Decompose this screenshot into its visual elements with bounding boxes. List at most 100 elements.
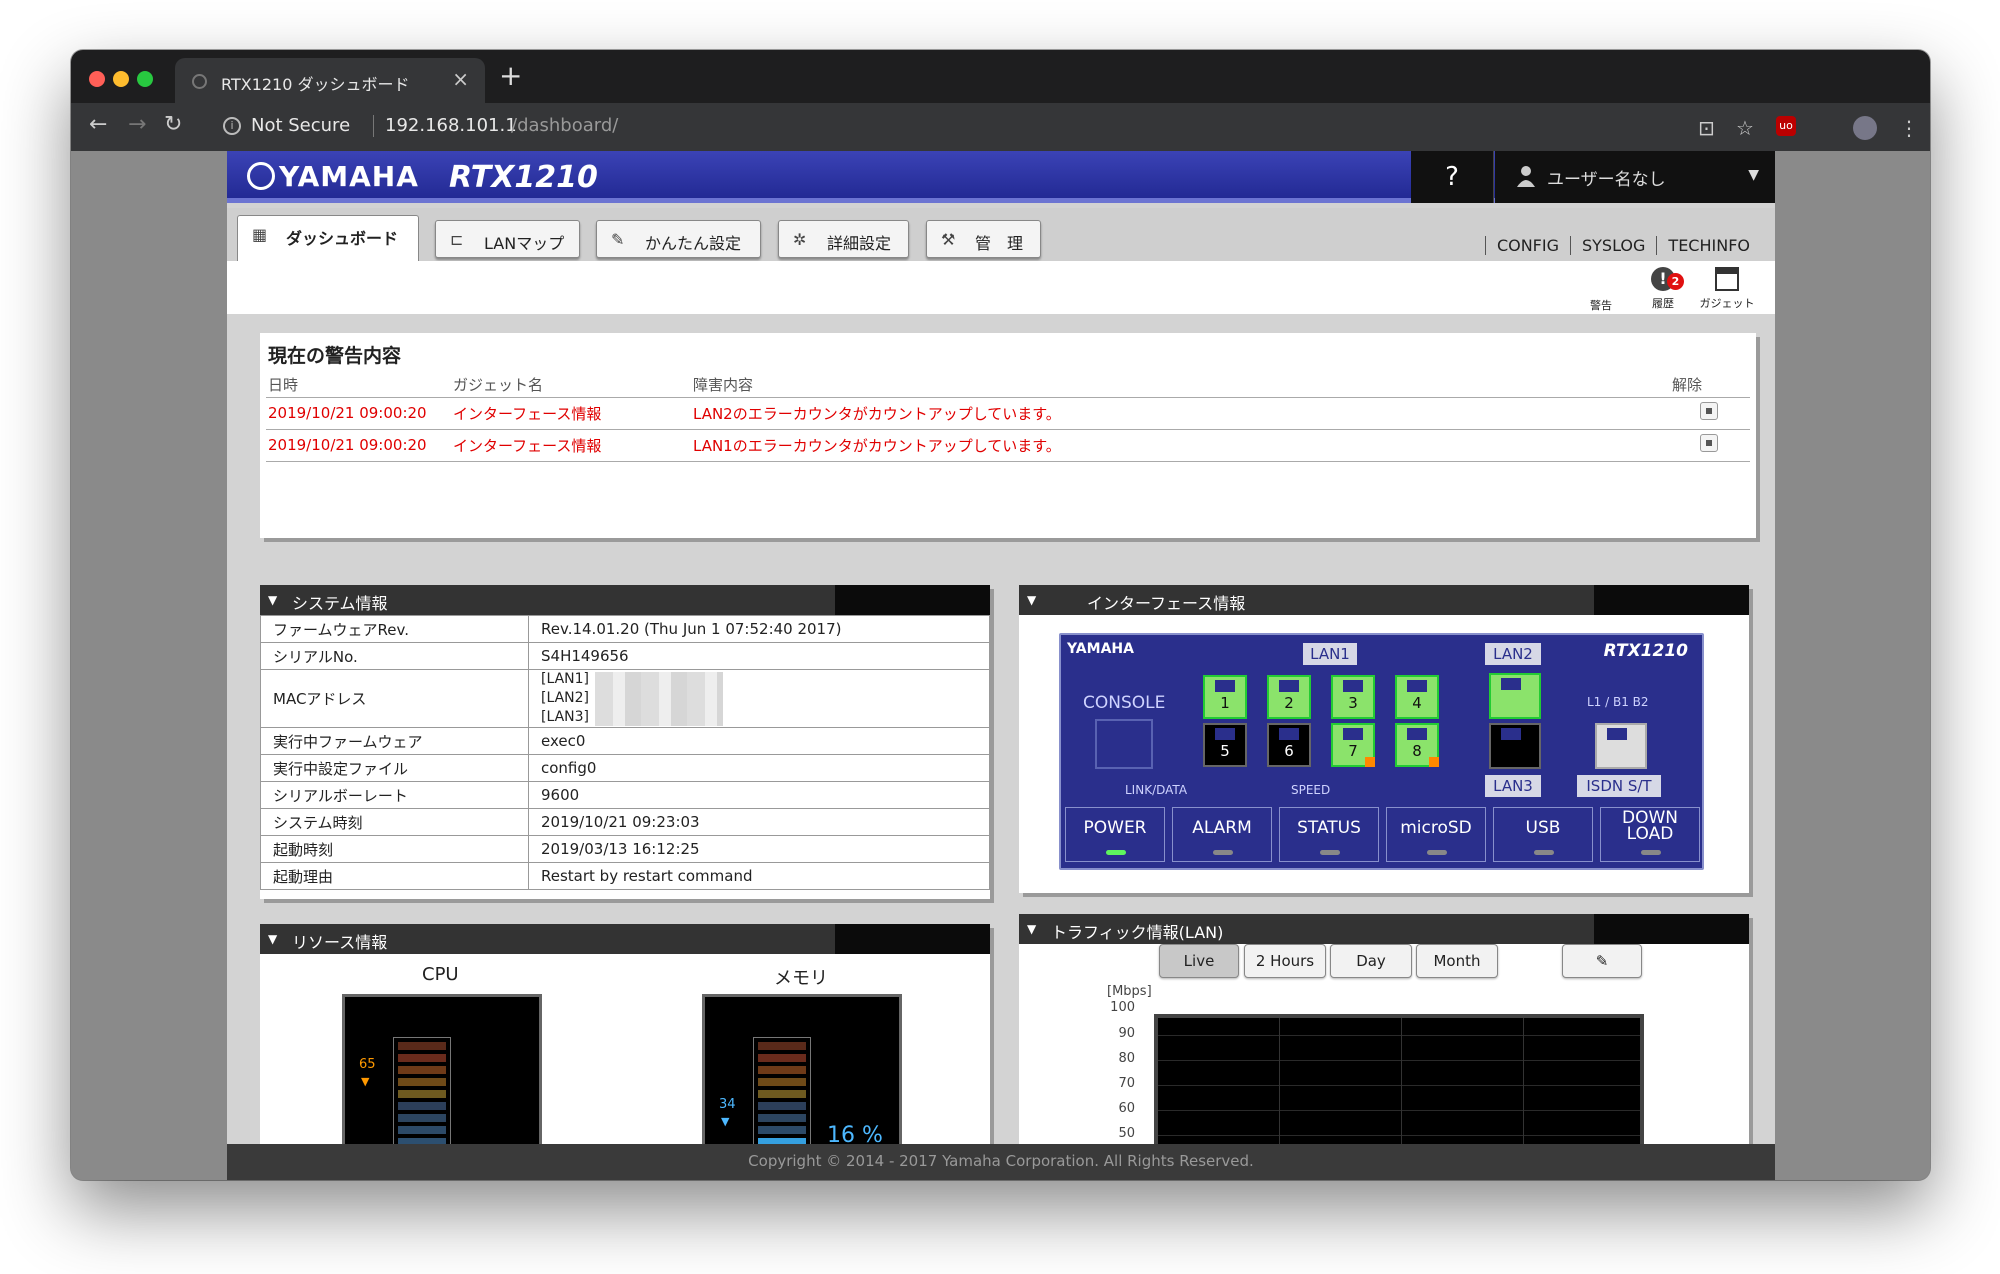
- device-model: RTX1210: [1603, 641, 1688, 661]
- table-row: 起動時刻 2019/03/13 16:12:25: [260, 835, 990, 863]
- panel-header[interactable]: ▼ システム情報: [260, 585, 990, 615]
- browser-toolbar: ← → ↻ i Not Secure 192.168.101.1 /dashbo…: [71, 103, 1930, 151]
- lan1-port-4[interactable]: 4: [1395, 675, 1439, 719]
- address-bar[interactable]: i Not Secure 192.168.101.1 /dashboard/: [211, 103, 1311, 151]
- star-icon[interactable]: ☆: [1736, 116, 1754, 140]
- avatar[interactable]: [1853, 116, 1877, 140]
- user-name: ユーザー名なし: [1547, 170, 1666, 190]
- forward-arrow-icon[interactable]: →: [128, 112, 146, 137]
- collapse-triangle-icon[interactable]: ▼: [268, 593, 277, 607]
- memory-label: メモリ: [774, 968, 828, 989]
- panel-title: インターフェース情報: [1087, 594, 1246, 613]
- lan1-port-7[interactable]: 7: [1331, 723, 1375, 767]
- dismiss-checkbox[interactable]: [1700, 434, 1718, 452]
- ublock-icon[interactable]: uo: [1776, 116, 1796, 136]
- memory-threshold: 34: [719, 1097, 736, 1112]
- translate-icon[interactable]: ⊡: [1698, 116, 1715, 140]
- techinfo-link[interactable]: TECHINFO: [1656, 236, 1761, 255]
- lan1-port-8[interactable]: 8: [1395, 723, 1439, 767]
- panel-header[interactable]: ▼ リソース情報: [260, 924, 990, 954]
- syslog-link[interactable]: SYSLOG: [1570, 236, 1657, 255]
- zoom-window-button[interactable]: [137, 71, 153, 87]
- row-value: config0: [528, 754, 990, 782]
- isdn-channels: L1 / B1 B2: [1587, 695, 1649, 709]
- user-menu[interactable]: ユーザー名なし ▼: [1495, 151, 1775, 203]
- tab-easy-setup[interactable]: ✎ かんたん設定: [596, 220, 761, 258]
- panel-header[interactable]: ▼ インターフェース情報: [1019, 585, 1749, 615]
- yamaha-logo: YAMAHA: [247, 160, 419, 193]
- close-window-button[interactable]: [89, 71, 105, 87]
- header-shade: [835, 585, 990, 615]
- history-button[interactable]: ! 2 履歴: [1633, 267, 1693, 311]
- menu-icon[interactable]: ⋮: [1899, 116, 1919, 140]
- port-number: 6: [1284, 742, 1294, 760]
- wrench-icon: ⚒: [941, 230, 956, 249]
- two-hours-button[interactable]: 2 Hours: [1244, 944, 1326, 978]
- user-icon: [1517, 166, 1535, 187]
- help-button[interactable]: ?: [1411, 151, 1494, 203]
- led-label: USB: [1525, 818, 1561, 838]
- collapse-triangle-icon[interactable]: ▼: [268, 932, 277, 946]
- led-label: DOWN LOAD: [1622, 808, 1678, 844]
- y-tick: 50: [1118, 1126, 1135, 1141]
- speed-label: SPEED: [1291, 783, 1331, 797]
- lan1-port-3[interactable]: 3: [1331, 675, 1375, 719]
- tab-dashboard[interactable]: ▦ ダッシュボード: [237, 215, 419, 261]
- cpu-label: CPU: [422, 964, 459, 985]
- cpu-gauge: 65 ▼ 1 %: [342, 994, 542, 1177]
- row-key: 実行中設定ファイル: [260, 754, 529, 782]
- lan1-port-1[interactable]: 1: [1203, 675, 1247, 719]
- close-tab-icon[interactable]: ×: [452, 67, 469, 91]
- warning-time: 2019/10/21 09:00:20: [266, 397, 451, 430]
- col-description: 障害内容: [691, 373, 1670, 398]
- isdn-port[interactable]: [1595, 723, 1647, 769]
- header-shade: [1594, 585, 1749, 615]
- interface-info-panel: ▼ インターフェース情報 YAMAHA RTX1210 CONSOLE LAN1…: [1019, 585, 1749, 893]
- console-port[interactable]: [1095, 719, 1153, 769]
- new-tab-button[interactable]: +: [499, 59, 522, 92]
- mac-redacted-block: [595, 671, 724, 726]
- lan1-port-5[interactable]: 5: [1203, 723, 1247, 767]
- collapse-triangle-icon[interactable]: ▼: [1027, 922, 1036, 936]
- warning-table: 日時 ガジェット名 障害内容 解除 2019/10/21 09:00:20 イン…: [266, 373, 1750, 462]
- info-icon[interactable]: i: [223, 117, 241, 135]
- tab-advanced-settings[interactable]: ✲ 詳細設定: [778, 220, 909, 258]
- lan3-port[interactable]: [1489, 723, 1541, 769]
- y-axis-unit: [Mbps]: [1107, 984, 1152, 999]
- y-tick: 70: [1118, 1076, 1135, 1091]
- warning-button[interactable]: 警告: [1571, 297, 1631, 313]
- row-value: 2019/10/21 09:23:03: [528, 808, 990, 836]
- tab-management[interactable]: ⚒ 管 理: [926, 220, 1041, 258]
- table-row: 実行中ファームウェア exec0: [260, 727, 990, 755]
- globe-icon: [192, 74, 207, 89]
- row-value: Restart by restart command: [528, 862, 990, 890]
- minimize-window-button[interactable]: [113, 71, 129, 87]
- lan1-port-2[interactable]: 2: [1267, 675, 1311, 719]
- lan2-port[interactable]: [1489, 673, 1541, 719]
- row-value: 9600: [528, 781, 990, 809]
- gadget-button[interactable]: ガジェット: [1697, 267, 1757, 311]
- day-button[interactable]: Day: [1330, 944, 1412, 978]
- row-key: 起動時刻: [260, 835, 529, 863]
- lan-map-icon: ⊏: [450, 230, 464, 249]
- led-label: ALARM: [1192, 818, 1252, 838]
- lan1-port-6[interactable]: 6: [1267, 723, 1311, 767]
- panel-title: リソース情報: [292, 933, 388, 952]
- browser-window: RTX1210 ダッシュボード × + ← → ↻ i Not Secure 1…: [71, 50, 1930, 1180]
- dashboard-icon: ▦: [252, 225, 268, 244]
- edit-button[interactable]: ✎: [1562, 944, 1642, 978]
- mac-label-lan1: [LAN1]: [541, 671, 590, 687]
- panel-header[interactable]: ▼ トラフィック情報(LAN): [1019, 914, 1749, 944]
- config-link[interactable]: CONFIG: [1484, 236, 1570, 255]
- grid-lines: [1158, 1018, 1640, 1160]
- tab-lan-map[interactable]: ⊏ LANマップ: [435, 220, 580, 258]
- live-button[interactable]: Live: [1159, 944, 1239, 978]
- back-arrow-icon[interactable]: ←: [89, 112, 107, 137]
- dismiss-checkbox[interactable]: [1700, 402, 1718, 420]
- collapse-triangle-icon[interactable]: ▼: [1027, 593, 1036, 607]
- month-button[interactable]: Month: [1416, 944, 1498, 978]
- power-led: POWER: [1065, 807, 1165, 862]
- reload-icon[interactable]: ↻: [164, 112, 182, 137]
- download-led[interactable]: DOWN LOAD: [1600, 807, 1700, 862]
- browser-tab[interactable]: RTX1210 ダッシュボード ×: [175, 58, 485, 103]
